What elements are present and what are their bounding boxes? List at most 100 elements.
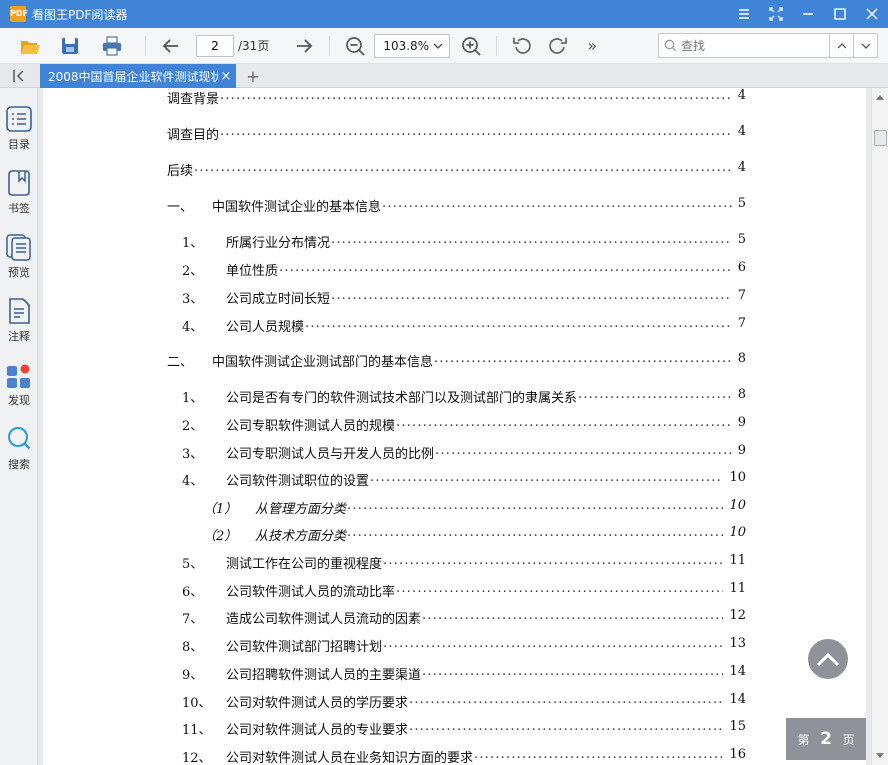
tab-close-icon[interactable]: × [218,69,234,84]
bookmark-icon [8,170,30,196]
minimize-button[interactable] [792,0,824,28]
toc-entry-title: 公司对软件测试人员的学历要求 [226,696,409,711]
chevron-up-icon [816,652,840,667]
chevron-up-icon [837,42,846,48]
rotate-right-button[interactable] [543,31,573,61]
toc-entry-number: 9、 [182,668,204,683]
zoom-out-button[interactable] [340,31,370,61]
search-next-button[interactable] [853,34,877,57]
search-input[interactable] [681,38,829,53]
search-previous-button[interactable] [829,34,853,57]
open-file-button[interactable] [15,31,45,61]
toc-leader-dots: ........................................… [435,443,732,458]
pdf-page: 调查背景....................................… [43,88,866,765]
search-box [658,33,878,58]
toc-entry[interactable]: 11、 公司对软件测试人员的专业要求.......................… [43,719,866,738]
toc-entry[interactable]: 1、 公司是否有专门的软件测试技术部门以及测试部门的隶属关系...........… [43,387,866,406]
toc-entry[interactable]: 3、 公司专职测试人员与开发人员的比例......................… [43,443,866,462]
scroll-thumb[interactable] [874,130,887,146]
toc-entry-title: 公司是否有专门的软件测试技术部门以及测试部门的隶属关系 [226,391,578,406]
scroll-down-button[interactable] [872,749,888,763]
toc-entry-page: 4 [737,88,746,103]
search-icon [8,427,31,450]
toc-entry-number: 1、 [182,236,204,251]
toc-entry[interactable]: 4、 公司人员规模................................… [43,316,866,335]
rotate-right-icon [549,37,568,54]
toc-entry[interactable]: 9、 公司招聘软件测试人员的主要渠道.......................… [43,664,866,683]
sidebar-item-bookmark[interactable]: 书签 [0,168,38,224]
close-window-button[interactable] [856,0,888,28]
toc-entry-title: 公司对软件测试人员在业务知识方面的要求 [226,751,474,765]
page-number-input[interactable]: 2 [196,34,234,57]
window-controls [728,0,888,28]
previous-page-button[interactable] [156,31,186,61]
close-icon [866,8,878,20]
document-viewer[interactable]: 调查背景....................................… [39,88,871,765]
vertical-scrollbar[interactable] [871,88,888,765]
toc-entry[interactable]: 一、 中国软件测试企业的基本信息.........................… [43,196,866,215]
print-button[interactable] [97,31,127,61]
next-page-button[interactable] [289,31,319,61]
toc-entry-page: 11 [729,581,746,596]
toc-entry-page: 7 [737,316,746,331]
back-to-top-button[interactable] [808,639,848,679]
toc-entry[interactable]: 后续......................................… [43,160,866,179]
toc-entry-page: 16 [729,747,746,762]
tab-document-label: 2008中国首届企业软件测试现状 [48,69,218,84]
annotation-icon [9,298,30,324]
toc-entry-number: 2、 [182,264,204,279]
toc-entry-page: 10 [729,470,746,485]
toc-entry[interactable]: 8、 公司软件测试部门招聘计划..........................… [43,636,866,655]
rotate-left-button[interactable] [507,31,537,61]
scroll-up-button[interactable] [872,90,888,104]
toc-entry-page: 12 [729,608,746,623]
hamburger-menu-icon [739,9,749,19]
toc-entry[interactable]: 二、 中国软件测试企业测试部门的基本信息.....................… [43,351,866,370]
sidebar-item-preview[interactable]: 预览 [0,232,38,288]
menu-button[interactable] [728,0,760,28]
sidebar-item-discover[interactable]: 发现 [0,360,38,416]
zoom-select[interactable]: 103.8% [374,33,451,58]
toc-entry[interactable]: 5、 测试工作在公司的重视程度..........................… [43,553,866,572]
toc-entry-number: 二、 [167,355,194,370]
toc-entry[interactable]: 12、 公司对软件测试人员在业务知识方面的要求..................… [43,747,866,765]
toc-leader-dots: ........................................… [474,747,723,762]
toc-entry[interactable]: 4、 公司软件测试职位的设置...........................… [43,470,866,489]
toc-entry-number: 5、 [182,557,204,572]
toc-entry[interactable]: （1） 从管理方面分类..............................… [43,498,866,517]
new-tab-button[interactable]: + [244,64,262,88]
toc-entry[interactable]: （2） 从技术方面分类..............................… [43,525,866,544]
toc-entry[interactable]: 1、 所属行业分布情况..............................… [43,232,866,251]
toc-entry[interactable]: 3、 公司成立时间长短..............................… [43,288,866,307]
toc-entry[interactable]: 调查背景....................................… [43,88,866,107]
toc-entry-title: 公司软件测试部门招聘计划 [226,640,383,655]
toc-entry[interactable]: 6、 公司软件测试人员的流动比率.........................… [43,581,866,600]
zoom-in-button[interactable] [456,31,486,61]
toc-leader-dots: ........................................… [305,316,732,331]
toc-entry-title: 后续 [167,164,194,179]
sidebar-item-search[interactable]: 搜索 [0,424,38,480]
toc-entry-number: 3、 [182,292,204,307]
sidebar-item-label: 搜索 [8,458,30,471]
more-tools-button[interactable]: » [577,31,607,61]
maximize-button[interactable] [824,0,856,28]
sidebar-item-annotation[interactable]: 注释 [0,296,38,352]
toc-leader-dots: ........................................… [409,719,723,734]
toc-entry-number: 8、 [182,640,204,655]
collapse-sidebar-button[interactable] [0,64,38,88]
sidebar-item-toc[interactable]: 目录 [0,104,38,160]
toc-entry[interactable]: 2、 公司专职软件测试人员的规模.........................… [43,415,866,434]
tab-document[interactable]: 2008中国首届企业软件测试现状 × [40,64,236,88]
toc-entry[interactable]: 7、 造成公司软件测试人员流动的因素.......................… [43,608,866,627]
toolbar-divider [496,35,498,56]
toc-leader-dots: ........................................… [220,124,732,139]
app-logo-icon: PDF [10,6,28,22]
fullscreen-button[interactable] [760,0,792,28]
toc-entry[interactable]: 10、 公司对软件测试人员的学历要求.......................… [43,692,866,711]
toc-entry-number: （2） [203,529,238,544]
toc-entry[interactable]: 调查目的....................................… [43,124,866,143]
folder-open-icon [21,40,40,54]
save-button[interactable] [55,31,85,61]
toc-entry-title: 公司专职测试人员与开发人员的比例 [226,447,435,462]
toc-entry[interactable]: 2、 单位性质..................................… [43,260,866,279]
